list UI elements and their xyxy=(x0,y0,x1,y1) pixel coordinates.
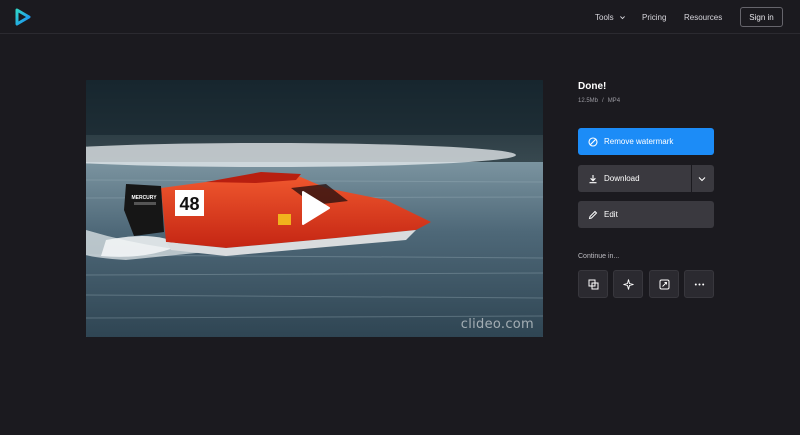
no-sign-icon xyxy=(588,136,598,147)
nav-tools-label: Tools xyxy=(595,12,614,22)
meta-separator: / xyxy=(602,98,604,104)
continue-more-button[interactable] xyxy=(684,270,714,298)
file-size: 12.5Mb xyxy=(578,98,599,104)
nav-resources-label: Resources xyxy=(684,12,723,22)
crop-icon xyxy=(659,279,669,289)
remove-watermark-button[interactable]: Remove watermark xyxy=(578,128,714,155)
sign-in-button[interactable]: Sign in xyxy=(740,7,783,27)
file-meta: 12.5Mb / MP4 xyxy=(578,98,620,104)
play-icon[interactable] xyxy=(301,190,331,226)
boat-number: 48 xyxy=(179,194,199,214)
more-icon xyxy=(694,283,704,285)
download-label: Download xyxy=(604,174,640,183)
continue-in-label: Continue in... xyxy=(578,253,620,260)
nav-resources[interactable]: Resources xyxy=(684,0,722,34)
engine-brand: MERCURY xyxy=(131,195,157,201)
nav-pricing[interactable]: Pricing xyxy=(642,0,666,34)
file-format: MP4 xyxy=(607,98,621,104)
edit-button[interactable]: Edit xyxy=(578,201,714,228)
continue-sparkle-button[interactable] xyxy=(613,270,643,298)
continue-merge-button[interactable] xyxy=(578,270,608,298)
sparkle-icon xyxy=(622,278,634,290)
download-icon xyxy=(589,174,597,183)
merge-icon xyxy=(588,279,598,289)
top-header: Tools Pricing Resources Sign in xyxy=(0,0,800,34)
result-title: Done! xyxy=(578,81,607,92)
download-button[interactable]: Download xyxy=(578,165,714,192)
clideo-logo-icon[interactable] xyxy=(14,8,32,26)
download-divider xyxy=(691,165,692,192)
pencil-icon xyxy=(588,210,598,219)
continue-crop-button[interactable] xyxy=(649,270,679,298)
remove-watermark-label: Remove watermark xyxy=(604,137,674,146)
video-preview[interactable]: 48 MERCURY clideo.com xyxy=(86,80,543,337)
chevron-down-icon xyxy=(619,15,625,19)
nav-pricing-label: Pricing xyxy=(642,12,667,22)
edit-label: Edit xyxy=(604,210,618,219)
watermark-text: clideo.com xyxy=(460,317,534,332)
chevron-down-icon[interactable] xyxy=(697,174,707,184)
nav-tools[interactable]: Tools xyxy=(595,0,626,34)
